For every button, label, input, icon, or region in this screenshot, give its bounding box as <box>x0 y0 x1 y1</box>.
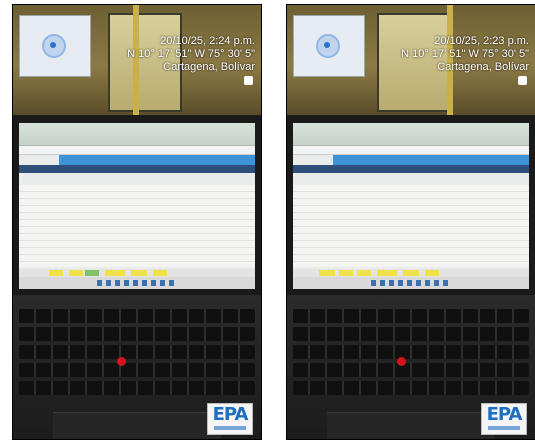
sheet-title-band <box>59 155 255 165</box>
key-row <box>19 363 255 377</box>
photo-left: 20/10/25, 2:24 p.m. N 10° 17' 51" W 75° … <box>12 4 262 440</box>
key-row <box>19 309 255 323</box>
ribbon <box>19 123 255 146</box>
logo-text: EPA <box>486 404 523 425</box>
ribbon <box>293 123 529 146</box>
key-row <box>293 363 529 377</box>
sheet-header-row <box>19 165 255 173</box>
sheet-tab <box>403 270 419 276</box>
key-row <box>293 381 529 395</box>
map-pin-icon <box>518 75 527 85</box>
room-scene: 20/10/25, 2:23 p.m. N 10° 17' 51" W 75° … <box>287 5 535 115</box>
sheet-tab <box>69 270 83 276</box>
location-label: Cartagena, Bolívar <box>127 61 255 74</box>
location-text: Cartagena, Bolívar <box>437 61 529 73</box>
location-dot <box>50 42 56 48</box>
trackpoint-icon <box>117 357 126 366</box>
geo-stamp: 20/10/25, 2:23 p.m. N 10° 17' 51" W 75° … <box>401 35 529 87</box>
laptop-screen-bezel <box>287 115 535 295</box>
formula-bar <box>19 146 255 155</box>
sheet-rows <box>19 185 255 267</box>
room-scene: 20/10/25, 2:24 p.m. N 10° 17' 51" W 75° … <box>13 5 261 115</box>
logo-text: EPA <box>212 404 249 425</box>
sheet-tab <box>339 270 353 276</box>
key-row <box>19 327 255 341</box>
keyboard: EPA <box>287 295 535 439</box>
sheet-tab <box>105 270 125 276</box>
sheet-tab <box>319 270 335 276</box>
sheet-tab <box>49 270 63 276</box>
epa-logo: EPA <box>207 403 253 435</box>
photo-right: 20/10/25, 2:23 p.m. N 10° 17' 51" W 75° … <box>286 4 535 440</box>
pin-row <box>401 74 529 87</box>
key-row <box>19 381 255 395</box>
logo-underline <box>214 426 246 430</box>
pin-row <box>127 74 255 87</box>
laptop-screen-bezel <box>13 115 261 295</box>
location-label: Cartagena, Bolívar <box>401 61 529 74</box>
taskbar <box>293 277 529 289</box>
taskbar-icons <box>371 280 451 286</box>
key-row <box>293 345 529 359</box>
touchpad <box>53 412 221 439</box>
key-row <box>293 327 529 341</box>
sheet-tab <box>153 270 167 276</box>
sheet-title-band <box>333 155 529 165</box>
sheet-rows <box>293 185 529 267</box>
key-row <box>19 345 255 359</box>
formula-bar <box>293 146 529 155</box>
spreadsheet-screen <box>293 123 529 289</box>
map-thumbnail <box>19 15 91 77</box>
sheet-header-row <box>293 165 529 173</box>
spreadsheet-screen <box>19 123 255 289</box>
sheet-tab <box>131 270 147 276</box>
touchpad <box>327 412 495 439</box>
sheet-tabs <box>293 269 529 277</box>
sheet-tab <box>425 270 439 276</box>
trackpoint-icon <box>397 357 406 366</box>
coordinates: N 10° 17' 51" W 75° 30' 5" <box>127 48 255 60</box>
location-dot <box>324 42 330 48</box>
keyboard: EPA <box>13 295 261 439</box>
geo-stamp: 20/10/25, 2:24 p.m. N 10° 17' 51" W 75° … <box>127 35 255 87</box>
sheet-tabs <box>19 269 255 277</box>
map-pin-icon <box>244 75 253 85</box>
map-thumbnail <box>293 15 365 77</box>
taskbar-icons <box>97 280 177 286</box>
epa-logo: EPA <box>481 403 527 435</box>
logo-underline <box>488 426 520 430</box>
timestamp: 20/10/25, 2:23 p.m. <box>434 35 529 47</box>
timestamp: 20/10/25, 2:24 p.m. <box>160 35 255 47</box>
sheet-tab <box>357 270 371 276</box>
taskbar <box>19 277 255 289</box>
sheet-tab <box>377 270 397 276</box>
coordinates: N 10° 17' 51" W 75° 30' 5" <box>401 48 529 60</box>
location-text: Cartagena, Bolívar <box>163 61 255 73</box>
sheet-tab <box>85 270 99 276</box>
key-row <box>293 309 529 323</box>
